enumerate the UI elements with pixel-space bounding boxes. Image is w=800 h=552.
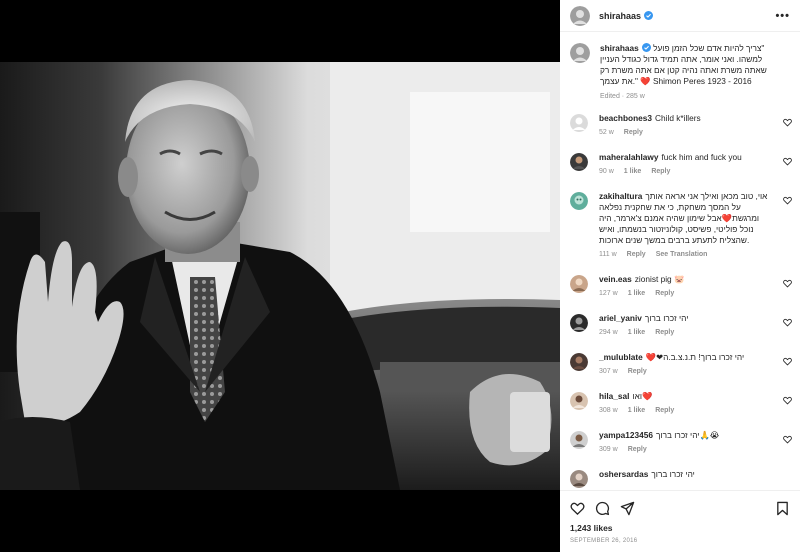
comment-time: 294 w — [599, 329, 618, 336]
caption-text-line: Shimon Peres 1923 - 2016 — [652, 76, 752, 86]
verified-badge-icon — [644, 11, 654, 20]
comment-like-heart-icon[interactable] — [783, 279, 792, 288]
reply-button[interactable]: Reply — [628, 446, 647, 453]
post-photo[interactable] — [0, 0, 560, 552]
likes-count[interactable]: 1,243 likes — [570, 523, 613, 533]
reply-button[interactable]: Reply — [655, 290, 674, 297]
reply-button[interactable]: Reply — [651, 168, 670, 175]
comment-text: ואו❤️ — [632, 391, 653, 401]
comment-time: 90 w — [599, 168, 614, 175]
reply-button[interactable]: Reply — [655, 329, 674, 336]
comment-username[interactable]: ariel_yaniv — [599, 313, 642, 323]
comment-item: ariel_yaniv יהי זכרו ברוך 294 w 1 like Repl… — [570, 313, 792, 336]
comment-likes[interactable]: 1 like — [628, 290, 646, 297]
commenter-avatar[interactable] — [570, 275, 588, 293]
post-side-panel: shirahaas ••• shirahaas צריך להיות אדם ש… — [560, 0, 800, 552]
comment-like-heart-icon[interactable] — [783, 435, 792, 444]
post-caption: shirahaas צריך להיות אדם שכל הזמן פועל" … — [570, 43, 790, 100]
commenter-avatar[interactable] — [570, 392, 588, 410]
comment-like-heart-icon[interactable] — [783, 396, 792, 405]
comment-text: zionist pig 🐷 — [634, 274, 685, 284]
post-date: SEPTEMBER 26, 2016 — [570, 538, 638, 544]
comment-text: Child k*illers — [655, 113, 701, 123]
comment-item: hila_sal ואו❤️ 308 w 1 like Reply — [570, 391, 792, 414]
comment-likes[interactable]: 1 like — [628, 407, 646, 414]
heart-icon[interactable] — [570, 501, 585, 516]
comment-text: fuck him and fuck you — [661, 152, 742, 162]
caption-text-line: שאתה משרת ואתה נהיה קטן אם אתה משרת רק — [600, 65, 767, 75]
caption-text-line: צריך להיות אדם שכל הזמן פועל" — [653, 43, 765, 53]
verified-badge-icon — [641, 43, 651, 52]
reply-button[interactable]: Reply — [655, 407, 674, 414]
commenter-avatar[interactable] — [570, 153, 588, 171]
comment-username[interactable]: hila_sal — [599, 391, 629, 401]
comment-item: _mulublate ❤️❤יהי זכרו ברוך! ת.נ.צ.ב.ה 30… — [570, 352, 792, 375]
caption-text-line: למשהו. ואני אומר, אתה תמיד גדול כגודל הע… — [600, 54, 763, 64]
comment-username[interactable]: vein.eas — [599, 274, 632, 284]
comment-text-line: שהצליח לתעתע ברבים במשך שנים ארוכות. — [599, 235, 750, 245]
comment-username[interactable]: beachbones3 — [599, 113, 652, 123]
comment-like-heart-icon[interactable] — [783, 318, 792, 327]
comment-text: יהי זכרו ברוך — [644, 313, 689, 323]
comment-username[interactable]: yampa123456 — [599, 430, 653, 440]
comment-time: 309 w — [599, 446, 618, 453]
comment-item: yampa123456 יהי זכרו ברוך🙏😭 309 w Reply — [570, 430, 792, 453]
caption-text-line: את עצמך." — [600, 76, 638, 86]
comment-item: maheralahlawy fuck him and fuck you 90 w 1… — [570, 152, 792, 175]
comment-text-line: נוכל פוליטי, פשיסט, קולוניזטור בנשמתו, ו… — [599, 224, 754, 234]
comment-time: 308 w — [599, 407, 618, 414]
paper-plane-icon[interactable] — [620, 501, 635, 516]
comment-text: יהי זכרו ברוך🙏😭 — [655, 430, 720, 440]
comment-item: beachbones3 Child k*illers 52 w Reply — [570, 113, 792, 136]
comment-text: ❤️❤יהי זכרו ברוך! ת.נ.צ.ב.ה — [645, 352, 745, 362]
comment-time: 307 w — [599, 368, 618, 375]
commenter-avatar[interactable] — [570, 470, 588, 488]
commenter-avatar[interactable] — [570, 192, 588, 210]
post-image — [0, 62, 560, 490]
comments-list[interactable]: shirahaas צריך להיות אדם שכל הזמן פועל" … — [560, 33, 800, 488]
comment-item: zakihaltura אוי, טוב מכאן ואילך אני אראה … — [570, 191, 792, 258]
author-avatar[interactable] — [570, 43, 590, 63]
comment-like-heart-icon[interactable] — [783, 357, 792, 366]
comment-like-heart-icon[interactable] — [783, 118, 792, 127]
comment-time: 127 w — [599, 290, 618, 297]
more-options-button[interactable]: ••• — [775, 10, 790, 22]
caption-meta: Edited · 285 w — [600, 93, 645, 100]
comment-username[interactable]: _mulublate — [599, 352, 643, 362]
see-translation-button[interactable]: See Translation — [656, 251, 708, 258]
comment-text: יהי זכרו ברוך — [651, 469, 695, 479]
comment-text-line: על המסך משחקת, כי את שחקנית נפלאה — [599, 202, 741, 212]
comment-likes[interactable]: 1 like — [628, 329, 646, 336]
caption-username[interactable]: shirahaas — [600, 43, 639, 53]
reply-button[interactable]: Reply — [627, 251, 646, 258]
commenter-avatar[interactable] — [570, 114, 588, 132]
comment-item: oshersardas יהי זכרו ברוך — [570, 469, 792, 488]
comment-username[interactable]: maheralahlawy — [599, 152, 659, 162]
comment-username[interactable]: oshersardas — [599, 469, 648, 479]
comment-icon[interactable] — [595, 501, 610, 516]
post-actions: 1,243 likes SEPTEMBER 26, 2016 — [560, 490, 800, 552]
commenter-avatar[interactable] — [570, 431, 588, 449]
comment-likes[interactable]: 1 like — [624, 168, 642, 175]
comment-time: 52 w — [599, 129, 614, 136]
reply-button[interactable]: Reply — [624, 129, 643, 136]
post-header: shirahaas ••• — [560, 0, 800, 32]
comment-username[interactable]: zakihaltura — [599, 191, 642, 201]
heart-emoji: ❤️ — [640, 76, 651, 86]
reply-button[interactable]: Reply — [628, 368, 647, 375]
comment-item: vein.eas zionist pig 🐷 127 w 1 like Reply — [570, 274, 792, 297]
comment-time: 111 w — [599, 251, 617, 258]
comment-like-heart-icon[interactable] — [783, 157, 792, 166]
author-username[interactable]: shirahaas — [599, 11, 641, 21]
commenter-avatar[interactable] — [570, 314, 588, 332]
commenter-avatar[interactable] — [570, 353, 588, 371]
comment-text-line: ומרגשת❤️אבל שימון שהיה אמנם צ'ארמר, היה — [599, 213, 760, 223]
author-avatar[interactable] — [570, 5, 590, 26]
comment-text-line: אוי, טוב מכאן ואילך אני אראה אותך — [645, 191, 768, 201]
comment-like-heart-icon[interactable] — [783, 196, 792, 205]
bookmark-icon[interactable] — [775, 501, 790, 516]
